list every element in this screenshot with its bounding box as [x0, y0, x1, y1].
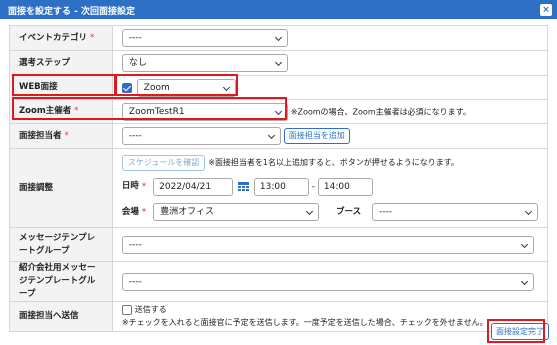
chevron-down-icon — [520, 277, 528, 285]
chevron-down-icon — [274, 58, 282, 67]
label-selection-step: 選考ステップ — [9, 50, 113, 76]
zoom-host-note: ※Zoomの場合、Zoom主催者は必須になります。 — [290, 107, 471, 116]
label-zoom-host: Zoom主催者 * — [9, 99, 113, 124]
required-mark: * — [64, 130, 69, 141]
selection-step-select[interactable]: なし — [121, 54, 288, 72]
complete-interview-settings-button[interactable]: 面接設定完了 — [491, 323, 549, 340]
chevron-down-icon — [274, 107, 282, 115]
event-category-select[interactable]: ---- — [121, 29, 288, 47]
row-event-category: イベントカテゴリ * ---- — [9, 25, 549, 51]
zoom-host-select[interactable]: ZoomTestR1 — [121, 102, 288, 121]
row-zoom-host: Zoom主催者 * ZoomTestR1 ※Zoomの場合、Zoom主催者は必須… — [9, 99, 549, 124]
row-send-to-interviewer: 面接担当へ送信 送信する ※チェックを入れると面接官に予定を送信します。一度予定… — [9, 301, 549, 332]
schedule-note: ※面接担当者を1名以上追加すると、ボタンが押せるようになります。 — [208, 158, 459, 167]
date-input[interactable]: 2022/04/21 — [153, 177, 234, 196]
label-web-interview: WEB面接 — [9, 75, 113, 100]
booth-select[interactable]: ---- — [372, 203, 538, 221]
booth-label: ブース — [336, 207, 362, 217]
row-referral-template: 紹介会社用メッセージテンプレートグループ ---- — [9, 261, 549, 302]
close-icon[interactable]: × — [540, 4, 552, 16]
label-referral-template: 紹介会社用メッセージテンプレートグループ — [9, 261, 113, 302]
chevron-down-icon — [222, 83, 230, 91]
chevron-down-icon — [524, 207, 533, 216]
interviewer-select[interactable]: ---- — [121, 127, 281, 145]
label-interviewer: 面接担当者 * — [9, 123, 113, 149]
calendar-icon[interactable] — [238, 181, 250, 192]
interview-form: イベントカテゴリ * ---- 選考ステップ なし WEB面接 Zoom Zoo… — [9, 25, 549, 332]
chevron-down-icon — [306, 207, 314, 216]
message-template-select[interactable]: ---- — [121, 235, 534, 254]
row-interviewer: 面接担当者 * ---- 面接担当を追加 — [9, 123, 549, 149]
venue-select[interactable]: 豊洲オフィス — [153, 203, 320, 221]
chevron-down-icon — [520, 240, 528, 248]
row-web-interview: WEB面接 Zoom — [9, 75, 549, 100]
label-event-category: イベントカテゴリ * — [9, 25, 113, 51]
web-interview-checkbox[interactable] — [121, 82, 132, 93]
dialog-title: 面接を設定する - 次回面接設定 — [8, 7, 136, 17]
referral-template-select[interactable]: ---- — [121, 272, 534, 291]
dialog-titlebar: 面接を設定する - 次回面接設定 × — [0, 0, 557, 19]
venue-label: 会場 — [121, 207, 139, 217]
row-adjustment: 面接調整 スケジュールを確認 ※面接担当者を1名以上追加すると、ボタンが押せるよ… — [9, 148, 549, 228]
send-checkbox-label[interactable]: 送信する — [135, 305, 167, 314]
label-message-template: メッセージテンプレートグループ — [9, 227, 113, 262]
time-separator: - — [311, 182, 316, 192]
datetime-label: 日時 — [121, 181, 139, 191]
required-mark: * — [141, 182, 147, 192]
required-mark: * — [141, 207, 147, 218]
send-checkbox[interactable] — [121, 305, 132, 316]
row-selection-step: 選考ステップ なし — [9, 50, 549, 76]
chevron-down-icon — [267, 131, 275, 140]
row-message-template: メッセージテンプレートグループ ---- — [9, 227, 549, 262]
required-mark: * — [74, 106, 79, 116]
web-interview-tool-select[interactable]: Zoom — [136, 78, 236, 97]
chevron-down-icon — [274, 33, 282, 42]
label-send-to-interviewer: 面接担当へ送信 — [9, 301, 113, 332]
start-time-input[interactable]: 13:00 — [253, 177, 309, 196]
check-schedule-button[interactable]: スケジュールを確認 — [121, 154, 206, 171]
send-note: ※チェックを入れると面接官に予定を送信します。一度予定を送信した場合、チェックを… — [121, 317, 488, 327]
required-mark: * — [89, 32, 95, 43]
add-interviewer-button[interactable]: 面接担当を追加 — [283, 128, 350, 144]
label-adjustment: 面接調整 — [9, 148, 113, 228]
interview-settings-dialog: 面接を設定する - 次回面接設定 × イベントカテゴリ * ---- 選考ステッ… — [0, 0, 557, 345]
end-time-input[interactable]: 14:00 — [317, 177, 373, 196]
